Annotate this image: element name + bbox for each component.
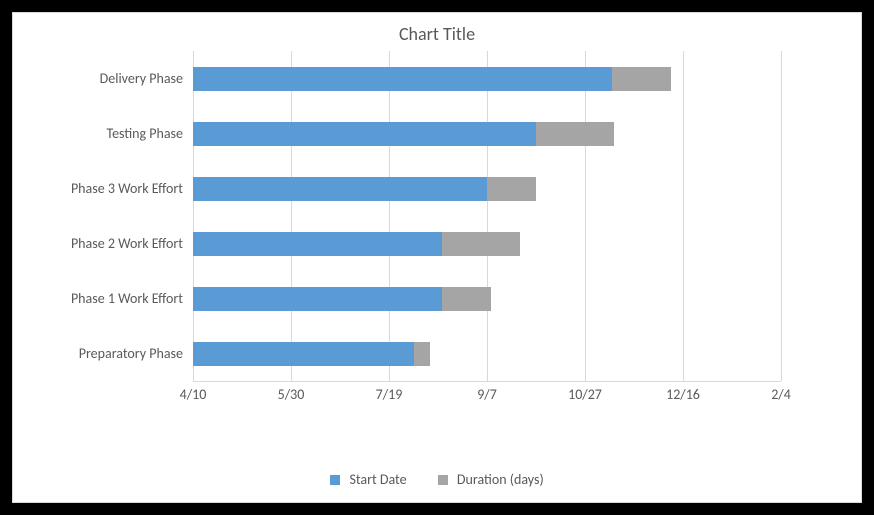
bar-duration bbox=[442, 232, 520, 256]
gridline bbox=[781, 51, 782, 381]
gridline bbox=[487, 51, 488, 381]
legend: Start Date Duration (days) bbox=[13, 466, 861, 502]
bar-duration bbox=[612, 67, 671, 91]
chart-frame: Chart Title Preparatory Phase Phase 1 Wor… bbox=[12, 12, 862, 503]
legend-label: Start Date bbox=[349, 471, 406, 488]
x-tick-label: 12/16 bbox=[666, 386, 700, 403]
gridline bbox=[389, 51, 390, 381]
bar-row bbox=[193, 287, 781, 311]
gridline bbox=[291, 51, 292, 381]
y-tick-label: Phase 3 Work Effort bbox=[71, 177, 183, 201]
y-axis-labels: Preparatory Phase Phase 1 Work Effort Phas… bbox=[13, 51, 183, 381]
y-tick-label: Delivery Phase bbox=[100, 67, 183, 91]
legend-swatch-icon bbox=[438, 475, 448, 485]
plot-area: Preparatory Phase Phase 1 Work Effort Phas… bbox=[13, 51, 861, 466]
bar-start-date bbox=[193, 67, 612, 91]
bar-duration bbox=[487, 177, 536, 201]
bar-start-date bbox=[193, 177, 487, 201]
bar-row bbox=[193, 232, 781, 256]
gridline bbox=[683, 51, 684, 381]
gridline bbox=[585, 51, 586, 381]
x-tick-label: 4/10 bbox=[180, 386, 207, 403]
legend-item-start-date: Start Date bbox=[330, 470, 406, 488]
bar-duration bbox=[414, 342, 430, 366]
bar-start-date bbox=[193, 342, 414, 366]
bar-duration bbox=[442, 287, 491, 311]
bar-row bbox=[193, 122, 781, 146]
plot bbox=[193, 51, 781, 382]
legend-item-duration: Duration (days) bbox=[438, 470, 544, 488]
gridlines bbox=[193, 51, 781, 381]
y-tick-label: Phase 2 Work Effort bbox=[71, 232, 183, 256]
x-tick-label: 5/30 bbox=[278, 386, 305, 403]
y-axis-line bbox=[193, 51, 194, 381]
legend-label: Duration (days) bbox=[457, 471, 544, 488]
bar-row bbox=[193, 342, 781, 366]
y-tick-label: Preparatory Phase bbox=[79, 342, 183, 366]
bar-row bbox=[193, 67, 781, 91]
x-tick-label: 9/7 bbox=[477, 386, 497, 403]
x-tick-label: 7/19 bbox=[376, 386, 403, 403]
chart-container: Chart Title Preparatory Phase Phase 1 Wor… bbox=[0, 0, 874, 515]
x-tick-label: 2/4 bbox=[771, 386, 791, 403]
bar-start-date bbox=[193, 287, 442, 311]
bar-row bbox=[193, 177, 781, 201]
y-tick-label: Testing Phase bbox=[106, 122, 183, 146]
y-tick-label: Phase 1 Work Effort bbox=[71, 287, 183, 311]
chart-title: Chart Title bbox=[13, 13, 861, 51]
x-axis-labels: 4/105/307/199/710/2712/162/4 bbox=[193, 382, 781, 408]
legend-swatch-icon bbox=[330, 475, 340, 485]
bar-start-date bbox=[193, 232, 442, 256]
bar-start-date bbox=[193, 122, 536, 146]
bar-duration bbox=[536, 122, 614, 146]
x-tick-label: 10/27 bbox=[568, 386, 602, 403]
